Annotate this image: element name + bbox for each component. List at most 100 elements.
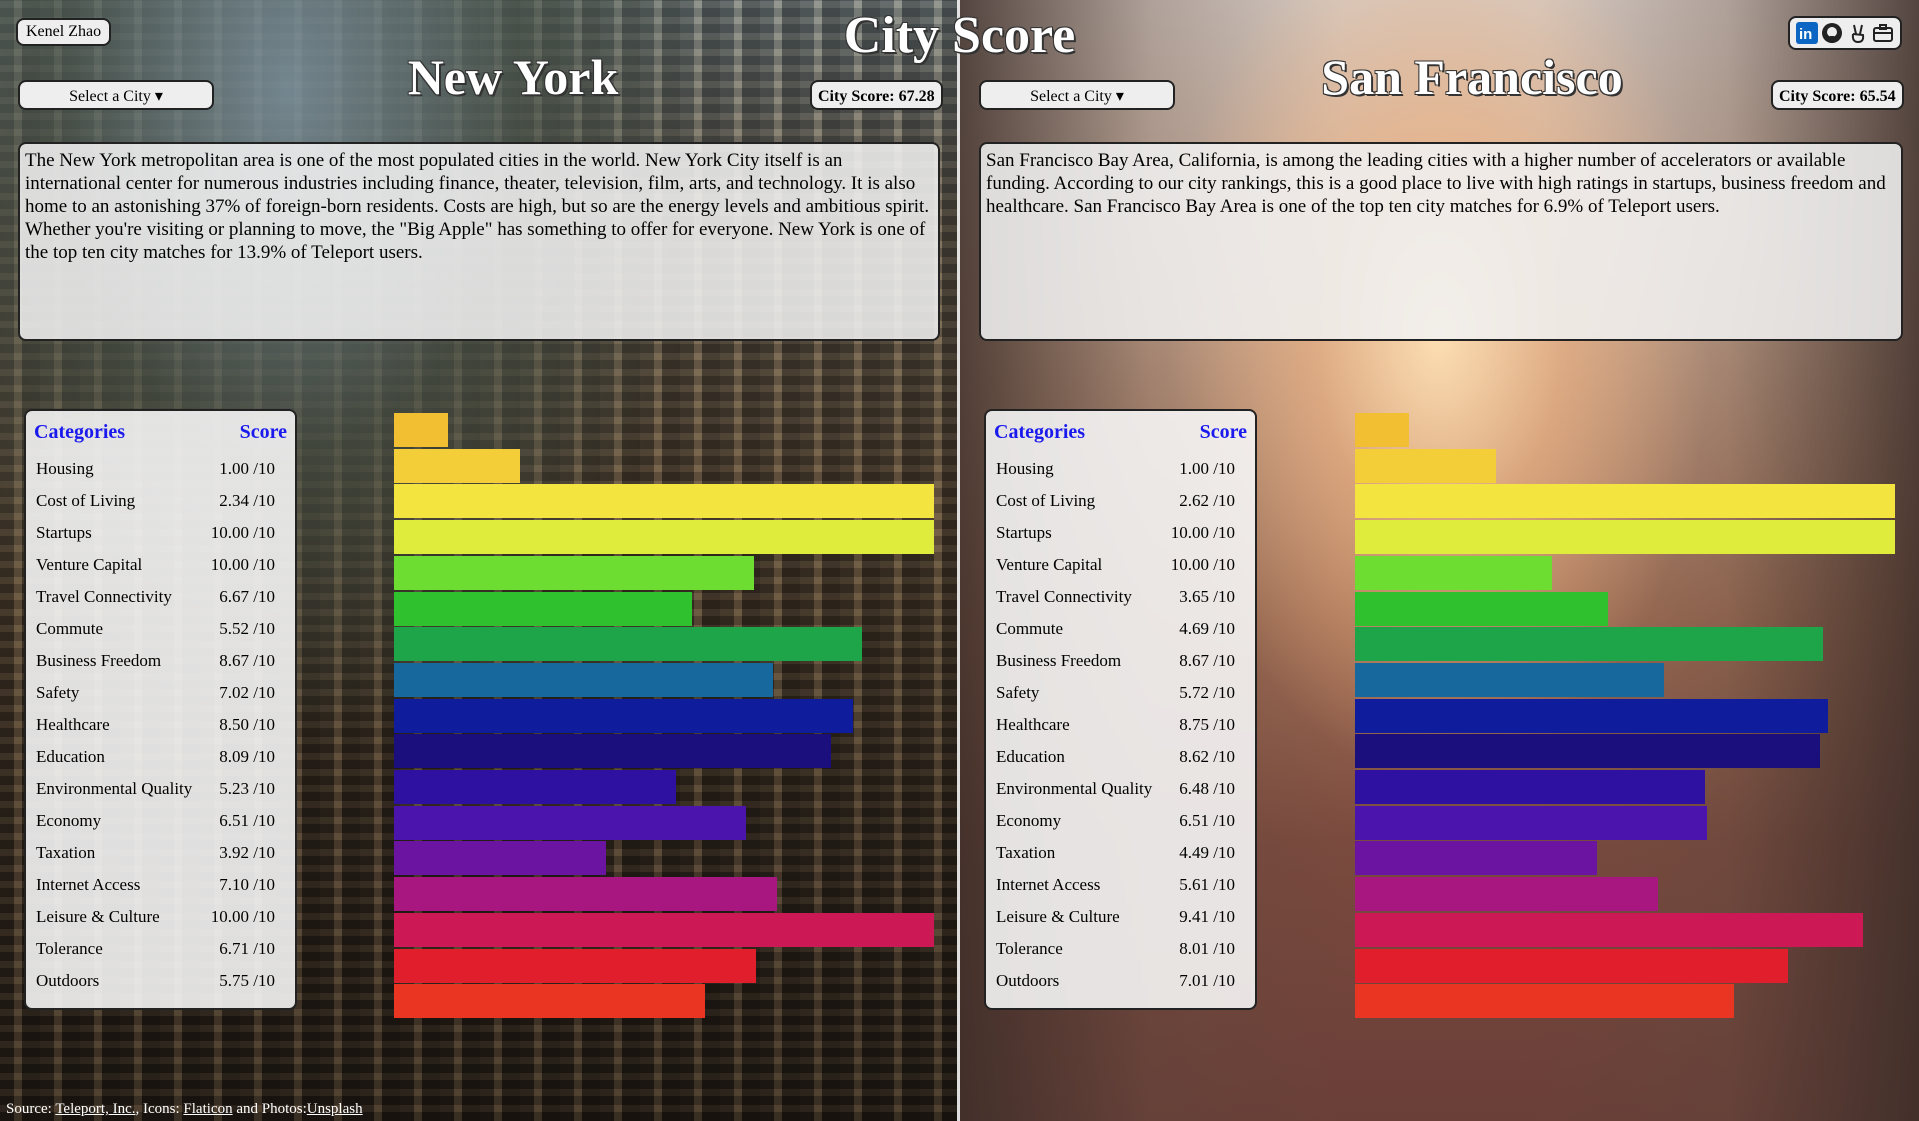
- table-row: Healthcare 8.50 /10: [34, 709, 287, 741]
- left-score-table: Categories Score Housing 1.00 /10 Cost of …: [24, 409, 297, 1010]
- table-row: Cost of Living 2.34 /10: [34, 485, 287, 517]
- score-bar: [1355, 448, 1496, 483]
- category-score: 10.00 /10: [210, 555, 275, 574]
- table-row: Safety 7.02 /10: [34, 677, 287, 709]
- table-row: Cost of Living 2.62 /10: [994, 485, 1247, 517]
- table-row: Internet Access 7.10 /10: [34, 869, 287, 901]
- category-score: 8.01 /10: [1179, 939, 1235, 958]
- table-row: Commute 4.69 /10: [994, 613, 1247, 645]
- table-header: Categories Score: [34, 421, 287, 453]
- teleport-link[interactable]: Teleport, Inc.: [55, 1101, 135, 1117]
- category-score: 4.69 /10: [1179, 619, 1235, 638]
- category-score: 2.62 /10: [1179, 491, 1235, 510]
- category-label: Cost of Living: [996, 491, 1096, 510]
- category-label: Cost of Living: [36, 491, 136, 510]
- score-bar: [1355, 698, 1828, 733]
- table-row: Internet Access 5.61 /10: [994, 869, 1247, 901]
- left-city-select[interactable]: Select a City ▾: [18, 80, 214, 110]
- score-bar: [394, 805, 746, 840]
- category-label: Healthcare: [996, 715, 1070, 734]
- score-bar: [394, 877, 777, 912]
- category-score: 7.10 /10: [219, 875, 275, 894]
- score-bar: [1355, 770, 1705, 804]
- linkedin-icon[interactable]: in: [1795, 21, 1819, 45]
- category-score: 1.00 /10: [219, 459, 275, 478]
- category-label: Startups: [36, 523, 92, 542]
- category-score: 7.01 /10: [1179, 971, 1235, 990]
- category-score: 8.67 /10: [1179, 651, 1235, 670]
- right-city-select[interactable]: Select a City ▾: [979, 80, 1175, 110]
- score-bar: [1355, 520, 1895, 555]
- table-row: Economy 6.51 /10: [34, 805, 287, 837]
- table-row: Tolerance 8.01 /10: [994, 933, 1247, 965]
- category-label: Venture Capital: [996, 555, 1103, 574]
- angellist-icon[interactable]: [1846, 21, 1870, 45]
- category-score: 6.48 /10: [1179, 779, 1235, 798]
- category-label: Economy: [36, 811, 102, 830]
- social-links: in: [1788, 16, 1902, 50]
- table-row: Business Freedom 8.67 /10: [994, 645, 1247, 677]
- category-score: 10.00 /10: [210, 907, 275, 926]
- score-bar: [1355, 948, 1788, 983]
- category-score: 10.00 /10: [1170, 523, 1235, 542]
- table-row: Education 8.09 /10: [34, 741, 287, 773]
- left-city-description: The New York metropolitan area is one of…: [18, 142, 940, 341]
- category-label: Leisure & Culture: [996, 907, 1120, 926]
- category-label: Tolerance: [996, 939, 1063, 958]
- table-row: Taxation 4.49 /10: [994, 837, 1247, 869]
- table-row: Economy 6.51 /10: [994, 805, 1247, 837]
- author-badge[interactable]: Kenel Zhao: [16, 18, 112, 46]
- score-bar: [394, 627, 862, 662]
- category-label: Taxation: [36, 843, 96, 862]
- github-icon[interactable]: [1820, 21, 1844, 45]
- table-row: Outdoors 7.01 /10: [994, 965, 1247, 997]
- category-score: 4.49 /10: [1179, 843, 1235, 862]
- category-score: 8.50 /10: [219, 715, 275, 734]
- table-row: Startups 10.00 /10: [994, 517, 1247, 549]
- panel-divider: [957, 0, 960, 1121]
- score-bar: [1355, 841, 1597, 876]
- category-label: Environmental Quality: [996, 779, 1153, 798]
- score-bar: [394, 591, 692, 626]
- categories-header: Categories: [994, 421, 1086, 443]
- score-bar: [1355, 734, 1820, 769]
- table-row: Leisure & Culture 10.00 /10: [34, 901, 287, 933]
- category-score: 6.67 /10: [219, 587, 275, 606]
- category-score: 3.65 /10: [1179, 587, 1235, 606]
- score-bar: [394, 662, 773, 697]
- score-bar: [1355, 877, 1658, 912]
- category-score: 5.23 /10: [219, 779, 275, 798]
- category-label: Safety: [36, 683, 80, 702]
- score-bar: [394, 448, 520, 483]
- score-bar: [394, 948, 756, 983]
- category-label: Taxation: [996, 843, 1056, 862]
- flaticon-link[interactable]: Flaticon: [183, 1101, 232, 1117]
- table-row: Taxation 3.92 /10: [34, 837, 287, 869]
- category-label: Internet Access: [36, 875, 141, 894]
- score-header: Score: [239, 421, 287, 443]
- category-score: 5.52 /10: [219, 619, 275, 638]
- table-row: Safety 5.72 /10: [994, 677, 1247, 709]
- category-score: 6.71 /10: [219, 939, 275, 958]
- footer-prefix: Source:: [6, 1101, 56, 1117]
- category-score: 8.62 /10: [1179, 747, 1235, 766]
- category-label: Economy: [996, 811, 1062, 830]
- category-score: 3.92 /10: [219, 843, 275, 862]
- category-label: Healthcare: [36, 715, 110, 734]
- score-bar: [394, 698, 853, 733]
- table-row: Environmental Quality 6.48 /10: [994, 773, 1247, 805]
- score-bar: [394, 912, 934, 947]
- category-label: Venture Capital: [36, 555, 143, 574]
- score-bar: [394, 770, 676, 804]
- category-label: Education: [996, 747, 1065, 766]
- category-label: Startups: [996, 523, 1052, 542]
- left-city-name: New York: [407, 49, 619, 105]
- category-score: 5.75 /10: [219, 971, 275, 990]
- right-city-description: San Francisco Bay Area, California, is a…: [979, 142, 1903, 341]
- unsplash-link[interactable]: Unsplash: [307, 1101, 363, 1117]
- score-bar: [1355, 805, 1707, 840]
- score-bar: [394, 984, 705, 1019]
- footer-photos-prefix: and Photos:: [232, 1101, 307, 1117]
- category-score: 10.00 /10: [210, 523, 275, 542]
- portfolio-icon[interactable]: [1871, 21, 1895, 45]
